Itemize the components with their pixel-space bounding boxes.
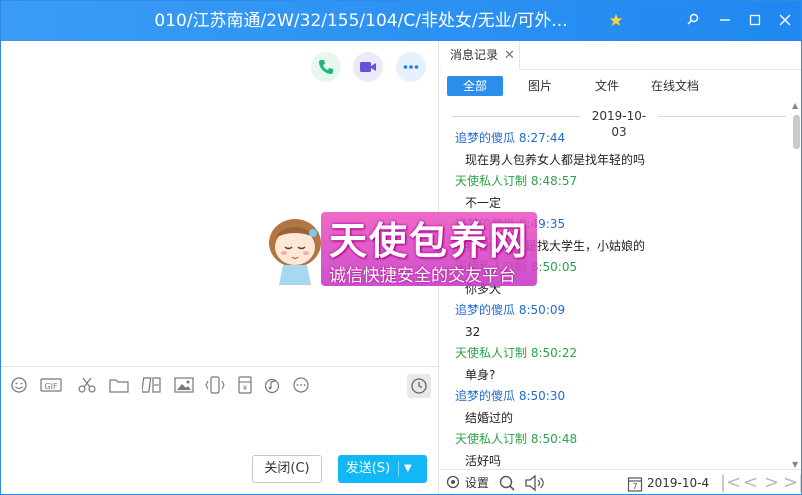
message-time: 8:27:44 [518, 131, 566, 145]
close-icon [779, 14, 791, 26]
tab-message-history-label: 消息记录 [450, 48, 499, 62]
current-date: 2019-10-4 [647, 476, 710, 490]
red-packet-icon[interactable]: ¥ [236, 376, 256, 396]
message-sender[interactable]: 天使私人订制 [455, 174, 527, 188]
history-footer: 设置 7 2019-10-4 |< < > >| [440, 469, 801, 494]
scroll-up-icon[interactable]: ▲ [792, 101, 798, 110]
shake-icon[interactable] [205, 376, 225, 396]
scissors-icon[interactable] [77, 376, 97, 396]
message-text: 活好吗 [465, 454, 502, 468]
chat-window: 010/江苏南通/2W/32/155/104/C/非处女/无业/可外... ★ [0, 0, 802, 495]
image-icon[interactable] [174, 376, 194, 396]
music-icon[interactable] [263, 376, 283, 396]
send-divider [398, 461, 399, 477]
more-icon [403, 65, 419, 69]
message-header: 天使私人订制 8:50:22 [455, 345, 577, 361]
star-icon[interactable]: ★ [607, 12, 625, 30]
message-text: 结婚过的 [465, 411, 514, 425]
tab-message-history[interactable]: 消息记录 ✕ [442, 41, 520, 70]
message-header: 天使私人订制 8:50:48 [455, 431, 577, 447]
previous-page-icon[interactable]: < [743, 472, 758, 494]
message-text: 32 [465, 325, 481, 339]
pin-button[interactable] [681, 9, 705, 33]
settings-button[interactable]: 设置 [445, 470, 489, 494]
filter-files[interactable]: 文件 [587, 76, 627, 96]
sound-button[interactable] [524, 474, 546, 494]
date-separator: 2019-10-03 [591, 109, 647, 139]
svg-text:7: 7 [632, 482, 637, 491]
close-window-button[interactable] [773, 9, 797, 33]
settings-label: 设置 [464, 476, 489, 490]
send-button[interactable]: 发送(S) ▼ [338, 455, 427, 483]
message-sender[interactable]: 追梦的傻瓜 [455, 389, 515, 403]
more-tools-icon[interactable] [292, 376, 312, 396]
message-header: 追梦的傻瓜 8:50:30 [455, 388, 565, 404]
minimize-button[interactable] [713, 9, 737, 33]
calendar-icon: 7 [627, 477, 643, 492]
scroll-thumb[interactable] [793, 115, 800, 149]
message-time: 8:50:30 [518, 389, 566, 403]
phone-icon [319, 60, 333, 74]
speaker-icon [525, 474, 544, 492]
message-history-button[interactable] [407, 374, 431, 398]
next-page-icon[interactable]: > [764, 472, 779, 494]
title-bar: 010/江苏南通/2W/32/155/104/C/非处女/无业/可外... ★ [1, 1, 801, 41]
search-icon [499, 475, 515, 491]
calendar-button[interactable]: 7 [627, 475, 643, 494]
message-text: 现在男人包养女人都是找年轻的吗 [465, 153, 646, 167]
tab-close-icon[interactable]: ✕ [504, 41, 515, 70]
filter-online-docs[interactable]: 在线文档 [645, 76, 705, 96]
scroll-down-icon[interactable]: ▼ [792, 460, 798, 469]
ad-title: 天使包养网 [329, 219, 530, 263]
video-call-button[interactable] [353, 52, 383, 82]
gif-icon[interactable]: GIF [40, 376, 64, 396]
message-sender[interactable]: 天使私人订制 [455, 346, 527, 360]
svg-text:¥: ¥ [243, 384, 248, 392]
input-toolbar: GIF ¥ [1, 366, 438, 404]
message-header: 追梦的傻瓜 8:27:44 [455, 130, 565, 146]
emoji-icon[interactable] [10, 376, 30, 396]
search-history-button[interactable] [498, 474, 516, 494]
message-sender[interactable]: 天使私人订制 [455, 432, 527, 446]
rich-text-icon[interactable] [141, 376, 162, 396]
voice-call-button[interactable] [311, 52, 341, 82]
message-sender[interactable]: 追梦的傻瓜 [455, 303, 515, 317]
settings-icon [446, 475, 460, 489]
maximize-icon [749, 14, 761, 26]
message-header: 天使私人订制 8:48:57 [455, 173, 577, 189]
more-actions-button[interactable] [396, 52, 426, 82]
filter-all[interactable]: 全部 [447, 76, 503, 96]
send-options-chevron-icon[interactable]: ▼ [404, 455, 412, 483]
svg-text:GIF: GIF [44, 382, 58, 391]
filter-images[interactable]: 图片 [520, 76, 560, 96]
send-button-label: 发送(S) [345, 461, 391, 476]
ad-overlay[interactable]: 天使包养网 诚信快捷安全的交友平台 [263, 206, 541, 288]
message-text: 单身? [465, 368, 496, 382]
folder-icon[interactable] [109, 376, 129, 396]
close-chat-button[interactable]: 关闭(C) [252, 455, 322, 483]
cartoon-girl-image [269, 219, 321, 285]
clock-icon [411, 378, 427, 394]
panel-tab-bar: 消息记录 ✕ [440, 41, 801, 70]
last-page-icon[interactable]: >| [783, 472, 801, 494]
message-time: 8:50:09 [518, 303, 566, 317]
message-time: 8:50:48 [530, 432, 578, 446]
message-time: 8:48:57 [530, 174, 578, 188]
ad-subtitle: 诚信快捷安全的交友平台 [329, 266, 516, 286]
minimize-icon [720, 19, 730, 21]
date-divider-left [452, 116, 580, 117]
first-page-icon[interactable]: |< [720, 472, 741, 494]
message-time: 8:50:22 [530, 346, 578, 360]
video-icon [360, 62, 376, 72]
date-divider-right [658, 116, 786, 117]
history-scrollbar[interactable]: ▲ ▼ [791, 101, 801, 469]
pin-icon [687, 13, 699, 25]
maximize-button[interactable] [743, 9, 767, 33]
message-sender[interactable]: 追梦的傻瓜 [455, 131, 515, 145]
message-header: 追梦的傻瓜 8:50:09 [455, 302, 565, 318]
